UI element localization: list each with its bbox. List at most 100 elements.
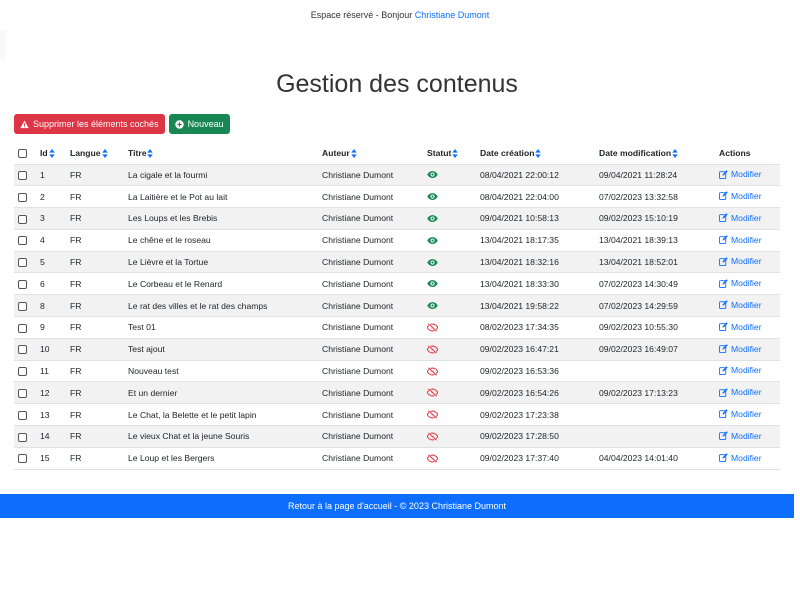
modify-label: Modifier <box>731 321 762 332</box>
eye-icon[interactable] <box>427 214 472 223</box>
eye-icon[interactable] <box>427 192 472 201</box>
row-checkbox[interactable] <box>18 410 27 420</box>
col-header-created[interactable]: Date création <box>476 143 595 165</box>
row-checkbox[interactable] <box>18 214 27 224</box>
cell-auteur: Christiane Dumont <box>318 272 423 296</box>
cell-titre: Le Corbeau et le Renard <box>124 272 318 296</box>
delete-button-label: Supprimer les éléments cochés <box>33 119 159 129</box>
modify-link[interactable]: Modifier <box>719 453 762 463</box>
row-checkbox[interactable] <box>18 192 27 202</box>
new-button[interactable]: Nouveau <box>168 114 230 134</box>
cell-id: 3 <box>36 207 66 230</box>
row-select-cell <box>14 229 36 252</box>
cell-langue: FR <box>66 425 124 448</box>
cell-id: 4 <box>36 229 66 252</box>
cell-actions: Modifier <box>715 360 780 383</box>
col-header-id[interactable]: Id <box>36 143 66 165</box>
modify-link[interactable]: Modifier <box>719 300 762 310</box>
modify-link[interactable]: Modifier <box>719 191 762 201</box>
row-checkbox[interactable] <box>18 258 27 268</box>
row-checkbox[interactable] <box>18 171 27 181</box>
modify-link[interactable]: Modifier <box>719 409 762 419</box>
cell-actions: Modifier <box>715 316 780 339</box>
page-title: Gestion des contenus <box>276 70 518 98</box>
modify-link[interactable]: Modifier <box>719 387 762 397</box>
eye-slash-icon[interactable] <box>427 432 472 441</box>
col-header-titre[interactable]: Titre <box>124 143 318 165</box>
eye-icon[interactable] <box>427 170 472 179</box>
edit-icon <box>719 191 728 201</box>
eye-icon[interactable] <box>427 236 472 245</box>
table-row: 9 FR Test 01 Christiane Dumont 08/02/2023 17… <box>14 316 780 339</box>
cell-id: 8 <box>36 294 66 318</box>
edit-icon <box>719 366 728 375</box>
sort-icon <box>452 149 459 159</box>
modify-link[interactable]: Modifier <box>719 235 762 245</box>
cell-titre: Test ajout <box>124 338 318 361</box>
cell-modified: 09/02/2023 16:49:07 <box>595 338 715 361</box>
edit-icon <box>719 431 728 441</box>
cell-created: 09/02/2023 16:54:26 <box>476 381 595 405</box>
row-checkbox[interactable] <box>18 280 27 289</box>
row-checkbox[interactable] <box>18 388 27 398</box>
modify-link[interactable]: Modifier <box>719 344 762 354</box>
modify-link[interactable]: Modifier <box>719 278 762 288</box>
cell-statut <box>423 425 476 448</box>
cell-titre: Les Loups et les Brebis <box>124 207 318 230</box>
eye-slash-icon[interactable] <box>427 453 472 463</box>
modify-link[interactable]: Modifier <box>719 322 762 332</box>
eye-slash-icon[interactable] <box>427 323 472 332</box>
modify-label: Modifier <box>731 212 762 223</box>
cell-actions: Modifier <box>715 229 780 252</box>
cell-modified: 13/04/2021 18:52:01 <box>595 251 715 274</box>
eye-icon[interactable] <box>427 279 472 288</box>
cell-langue: FR <box>66 229 124 252</box>
cell-titre: La Laitière et le Pot au lait <box>124 185 318 209</box>
footer: Retour à la page d'accueil - © 2023 Chri… <box>0 494 794 518</box>
eye-slash-icon[interactable] <box>427 410 472 420</box>
modify-link[interactable]: Modifier <box>719 213 762 223</box>
cell-actions: Modifier <box>715 164 780 187</box>
eye-slash-icon[interactable] <box>427 388 472 398</box>
cell-titre: La cigale et la fourmi <box>124 164 318 187</box>
modify-label: Modifier <box>731 190 762 201</box>
cell-actions: Modifier <box>715 294 780 318</box>
row-checkbox[interactable] <box>18 432 27 442</box>
row-checkbox[interactable] <box>18 367 27 377</box>
row-checkbox[interactable] <box>18 236 27 246</box>
col-header-auteur[interactable]: Auteur <box>318 143 423 165</box>
modify-link[interactable]: Modifier <box>719 256 762 266</box>
row-checkbox[interactable] <box>18 301 27 311</box>
cell-created: 09/04/2021 10:58:13 <box>476 207 595 230</box>
cell-actions: Modifier <box>715 403 780 427</box>
user-name-link[interactable]: Christiane Dumont <box>415 10 490 20</box>
cell-titre: Le Loup et les Bergers <box>124 447 318 470</box>
delete-checked-button[interactable]: Supprimer les éléments cochés <box>14 114 165 134</box>
cell-langue: FR <box>66 360 124 383</box>
row-checkbox[interactable] <box>18 345 27 355</box>
cell-modified: 04/04/2023 14:01:40 <box>595 447 715 470</box>
modify-link[interactable]: Modifier <box>719 365 762 375</box>
sort-icon <box>101 149 108 159</box>
col-header-langue[interactable]: Langue <box>66 143 124 165</box>
eye-icon[interactable] <box>427 258 472 267</box>
modify-link[interactable]: Modifier <box>719 431 762 441</box>
home-link[interactable]: Retour à la page d'accueil <box>288 501 392 511</box>
eye-slash-icon[interactable] <box>427 344 472 354</box>
cell-modified: 09/02/2023 10:55:30 <box>595 316 715 339</box>
cell-langue: FR <box>66 447 124 470</box>
modify-link[interactable]: Modifier <box>719 169 762 179</box>
cell-modified <box>595 403 715 427</box>
eye-icon[interactable] <box>427 301 472 310</box>
edit-icon <box>719 257 728 266</box>
col-header-statut[interactable]: Statut <box>423 143 476 165</box>
row-checkbox[interactable] <box>18 454 27 464</box>
eye-slash-icon[interactable] <box>427 366 472 376</box>
row-checkbox[interactable] <box>18 323 27 333</box>
col-header-modified[interactable]: Date modification <box>595 143 715 165</box>
edit-icon <box>719 387 728 397</box>
table-row: 11 FR Nouveau test Christiane Dumont 09/02/2… <box>14 360 780 383</box>
modify-label: Modifier <box>731 299 762 310</box>
select-all-checkbox[interactable] <box>18 149 27 159</box>
cell-id: 5 <box>36 251 66 274</box>
